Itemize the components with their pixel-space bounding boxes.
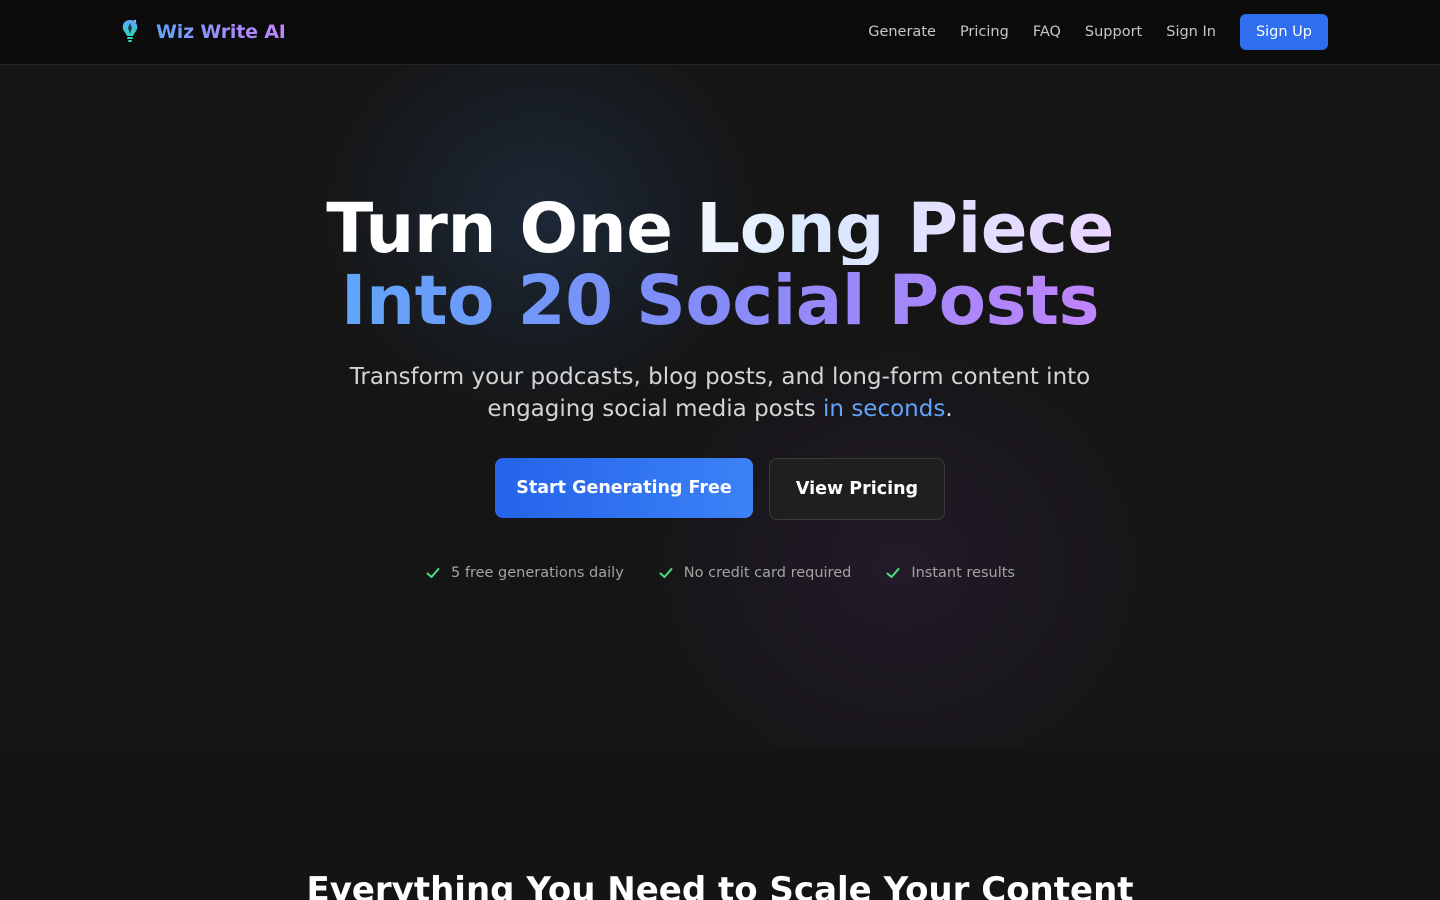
feature-item: Instant results [885,565,1015,581]
check-icon [658,565,674,581]
check-icon [885,565,901,581]
features-section-title: Everything You Need to Scale Your Conten… [306,870,1134,900]
navbar: Wiz Write AI Generate Pricing FAQ Suppor… [0,0,1440,65]
lightbulb-pen-icon [118,18,142,46]
headline-line-2: Into 20 Social Posts [340,261,1100,341]
nav-link-pricing[interactable]: Pricing [960,24,1009,40]
sign-up-button[interactable]: Sign Up [1239,14,1328,50]
feature-label: No credit card required [683,565,852,581]
hero-subtitle: Transform your podcasts, blog posts, and… [0,361,1440,425]
view-pricing-button[interactable]: View Pricing [769,458,945,520]
nav-link-support[interactable]: Support [1085,24,1142,40]
feature-label: Instant results [911,565,1015,581]
feature-label: 5 free generations daily [451,565,624,581]
nav-links: Generate Pricing FAQ Support Sign In Sig… [868,14,1328,50]
feature-item: No credit card required [658,565,852,581]
subtitle-line-1: Transform your podcasts, blog posts, and… [349,364,1091,390]
subtitle-accent: in seconds [823,396,946,422]
hero-headline: Turn One Long Piece Into 20 Social Posts [0,193,1440,337]
subtitle-line-2: engaging social media posts [487,396,824,422]
feature-item: 5 free generations daily [425,565,624,581]
nav-link-generate[interactable]: Generate [868,24,936,40]
start-generating-button[interactable]: Start Generating Free [495,458,753,518]
feature-list: 5 free generations daily No credit card … [0,565,1440,581]
hero-section: Turn One Long Piece Into 20 Social Posts… [0,65,1440,747]
subtitle-suffix: . [945,396,953,422]
cta-row: Start Generating Free View Pricing [0,458,1440,520]
brand-name: Wiz Write AI [156,21,286,43]
brand[interactable]: Wiz Write AI [118,18,286,46]
headline-line-1: Turn One Long Piece [326,189,1114,269]
nav-link-sign-in[interactable]: Sign In [1166,24,1216,40]
nav-link-faq[interactable]: FAQ [1033,24,1061,40]
check-icon [425,565,441,581]
